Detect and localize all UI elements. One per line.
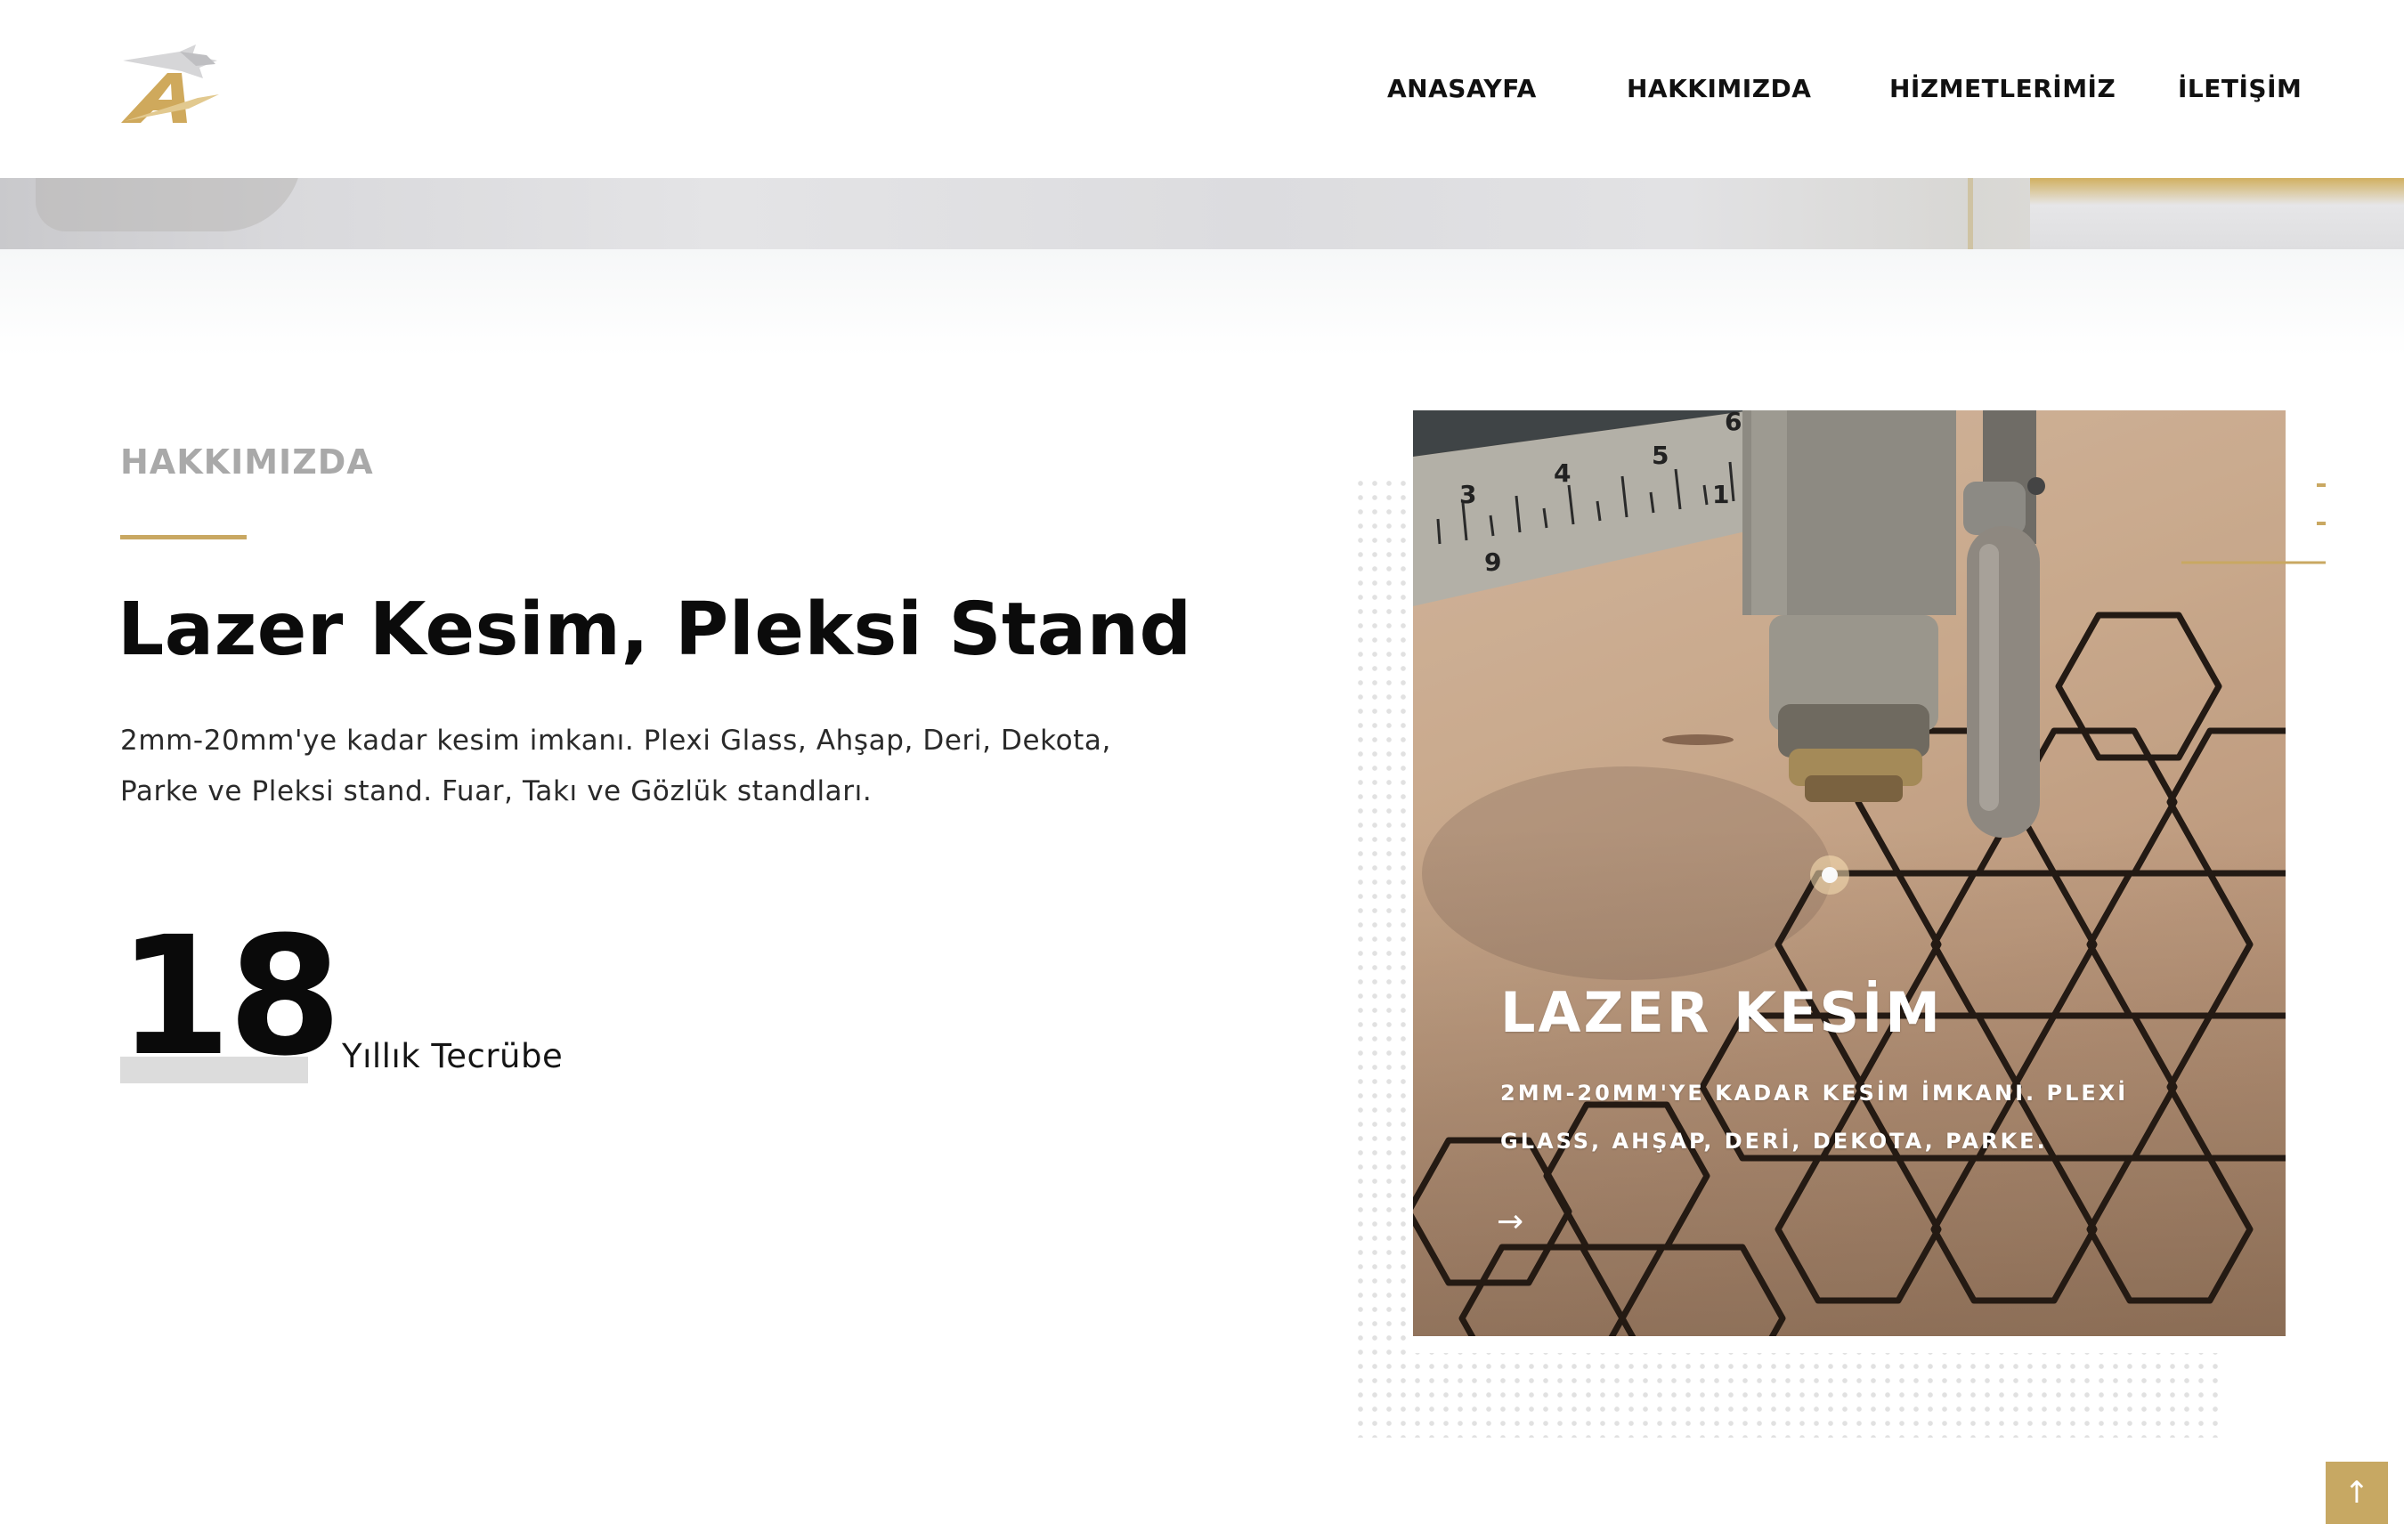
service-card-lazer-kesim[interactable]: 3 4 5 6 9 1 <box>1413 410 2286 1336</box>
nav-hakkimizda[interactable]: HAKKIMIZDA <box>1627 69 1811 109</box>
card-shade <box>1413 410 2286 1336</box>
nav-anasayfa[interactable]: ANASAYFA <box>1387 69 1537 109</box>
section-description: 2mm-20mm'ye kadar kesim imkanı. Plexi Gl… <box>120 725 1111 807</box>
hero-blur-shape <box>36 178 303 231</box>
scroll-top-button[interactable]: ↑ <box>2326 1462 2388 1524</box>
nav-hizmetlerimiz[interactable]: HİZMETLERİMİZ <box>1889 69 2116 109</box>
experience-stat: 18 Yıllık Tecrübe <box>118 912 616 1090</box>
hero-fade <box>0 249 2404 356</box>
card-title: LAZER KESİM <box>1500 980 1943 1045</box>
card-text: 2MM-20MM'YE KADAR KESİM İMKANI. PLEXİ GL… <box>1500 1081 2129 1154</box>
section-eyebrow: HAKKIMIZDA <box>120 442 374 482</box>
hero-banner-image <box>0 178 2404 249</box>
arrow-up-icon: ↑ <box>2343 1475 2370 1511</box>
section-title: Lazer Kesim, Pleksi Stand <box>118 588 1192 672</box>
stat-number: 18 <box>118 902 342 1092</box>
stat-label: Yıllık Tecrübe <box>342 1037 564 1075</box>
site-header: ANASAYFA HAKKIMIZDA HİZMETLERİMİZ İLETİŞ… <box>0 0 2404 178</box>
arrow-right-icon[interactable]: → <box>1497 1204 1541 1240</box>
hero-gold-bar <box>2030 178 2404 249</box>
main-nav: ANASAYFA HAKKIMIZDA HİZMETLERİMİZ İLETİŞ… <box>0 69 2404 109</box>
eyebrow-divider <box>120 535 247 539</box>
decorative-lines <box>2181 483 2326 564</box>
hero-gold-edge <box>1968 178 1973 249</box>
nav-iletisim[interactable]: İLETİŞİM <box>2178 69 2302 109</box>
